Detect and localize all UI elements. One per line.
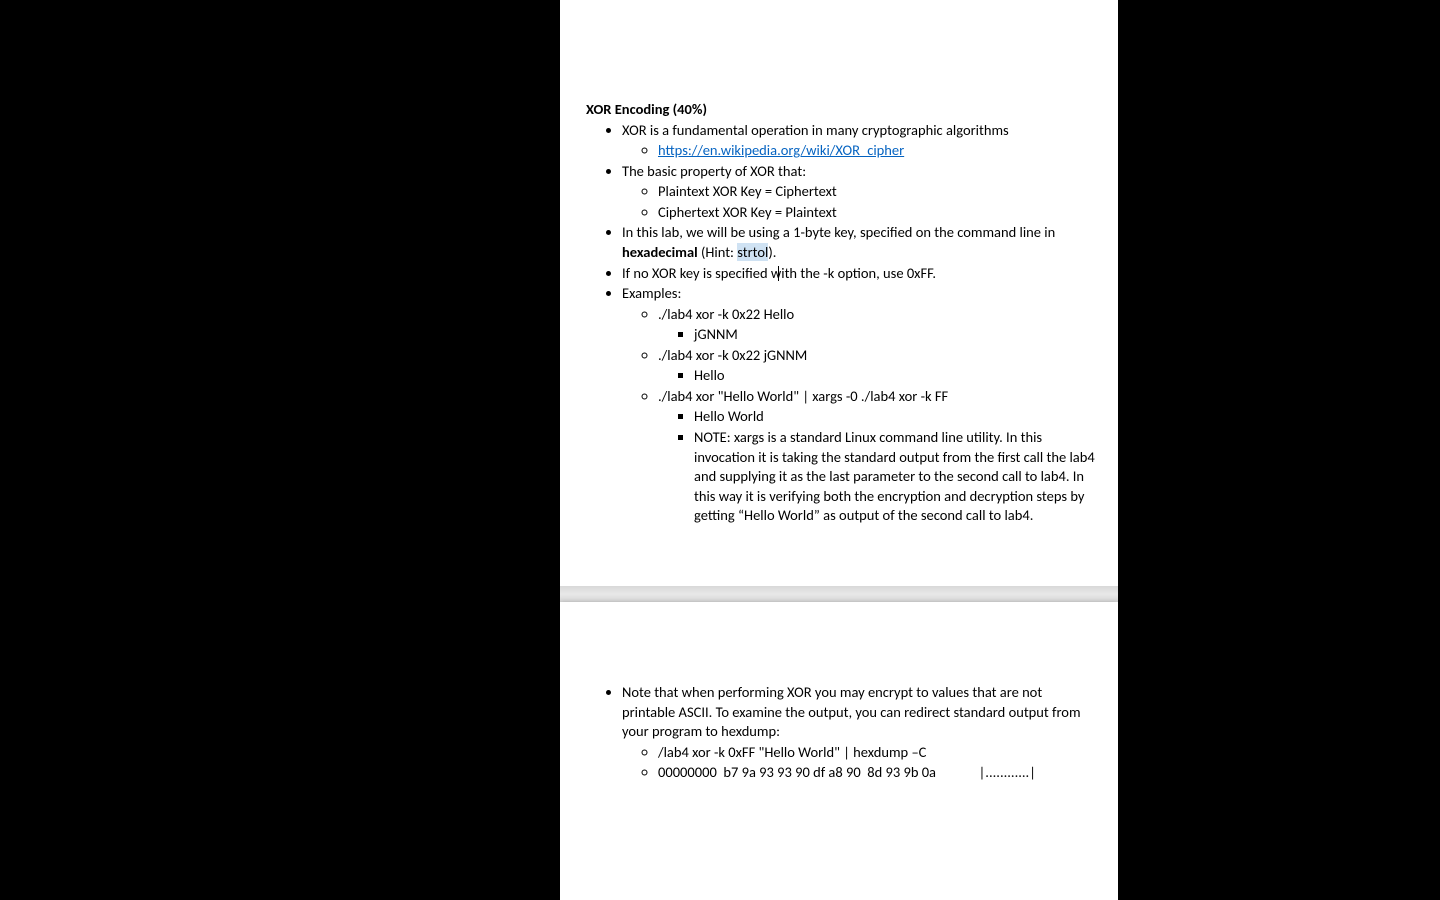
bullet-default-key: If no XOR key is specified with the -k o… — [622, 264, 1098, 284]
output-line: Hello — [694, 366, 1098, 386]
example-3: ./lab4 xor "Hello World" | xargs -0 ./la… — [658, 387, 1098, 526]
bullet-1byte-key: In this lab, we will be using a 1-byte k… — [622, 223, 1098, 262]
example-2: ./lab4 xor -k 0x22 jGNNM Hello — [658, 346, 1098, 386]
text-caret — [778, 266, 779, 281]
document-page-1: XOR Encoding (40%) XOR is a fundamental … — [560, 0, 1118, 586]
example-2-output: Hello — [658, 366, 1098, 386]
text-after: (Hint: — [698, 243, 738, 261]
text-hexadecimal: hexadecimal — [622, 243, 698, 261]
bullet-basic-property: The basic property of XOR that: Plaintex… — [622, 162, 1098, 223]
bullet-examples: Examples: ./lab4 xor -k 0x22 Hello jGNNM… — [622, 284, 1098, 526]
example-1-output: jGNNM — [658, 325, 1098, 345]
hexdump-example-list: /lab4 xor -k 0xFF "Hello World" | hexdum… — [622, 743, 1098, 783]
top-bullet-list-2: Note that when performing XOR you may en… — [586, 683, 1098, 783]
page-gap — [560, 586, 1118, 602]
output-line: jGNNM — [694, 325, 1098, 345]
bullet-ciphertext-xor: Ciphertext XOR Key = Plaintext — [658, 203, 1098, 223]
top-bullet-list: XOR is a fundamental operation in many c… — [586, 121, 1098, 526]
bullet-hexdump-note: Note that when performing XOR you may en… — [622, 683, 1098, 783]
document-viewport: XOR Encoding (40%) XOR is a fundamental … — [560, 0, 1118, 900]
example-1: ./lab4 xor -k 0x22 Hello jGNNM — [658, 305, 1098, 345]
bullet-xor-fundamental: XOR is a fundamental operation in many c… — [622, 121, 1098, 161]
text: XOR is a fundamental operation in many c… — [622, 121, 1009, 139]
text-strtol-highlight: strtol — [737, 243, 768, 261]
hexdump-output: 00000000 b7 9a 93 93 90 df a8 90 8d 93 9… — [658, 763, 1098, 783]
bullet-plaintext-xor: Plaintext XOR Key = Ciphertext — [658, 182, 1098, 202]
wikipedia-link[interactable]: https://en.wikipedia.org/wiki/XOR_cipher — [658, 141, 904, 159]
output-line-2-note: NOTE: xargs is a standard Linux command … — [694, 428, 1098, 526]
example-3-output: Hello World NOTE: xargs is a standard Li… — [658, 407, 1098, 525]
text-pre: In this lab, we will be using a 1-byte k… — [622, 223, 1055, 241]
examples-list: ./lab4 xor -k 0x22 Hello jGNNM ./lab4 xo… — [622, 305, 1098, 526]
text: The basic property of XOR that: — [622, 162, 806, 180]
text-tail: ). — [768, 243, 776, 261]
output-line-1: Hello World — [694, 407, 1098, 427]
text: Note that when performing XOR you may en… — [622, 683, 1081, 740]
hexdump-command: /lab4 xor -k 0xFF "Hello World" | hexdum… — [658, 743, 1098, 763]
document-page-2: Note that when performing XOR you may en… — [560, 602, 1118, 900]
section-heading: XOR Encoding (40%) — [586, 100, 1098, 120]
sublist: Plaintext XOR Key = Ciphertext Ciphertex… — [622, 182, 1098, 222]
text: Examples: — [622, 284, 681, 302]
bullet-link: https://en.wikipedia.org/wiki/XOR_cipher — [658, 141, 1098, 161]
sublist: https://en.wikipedia.org/wiki/XOR_cipher — [622, 141, 1098, 161]
